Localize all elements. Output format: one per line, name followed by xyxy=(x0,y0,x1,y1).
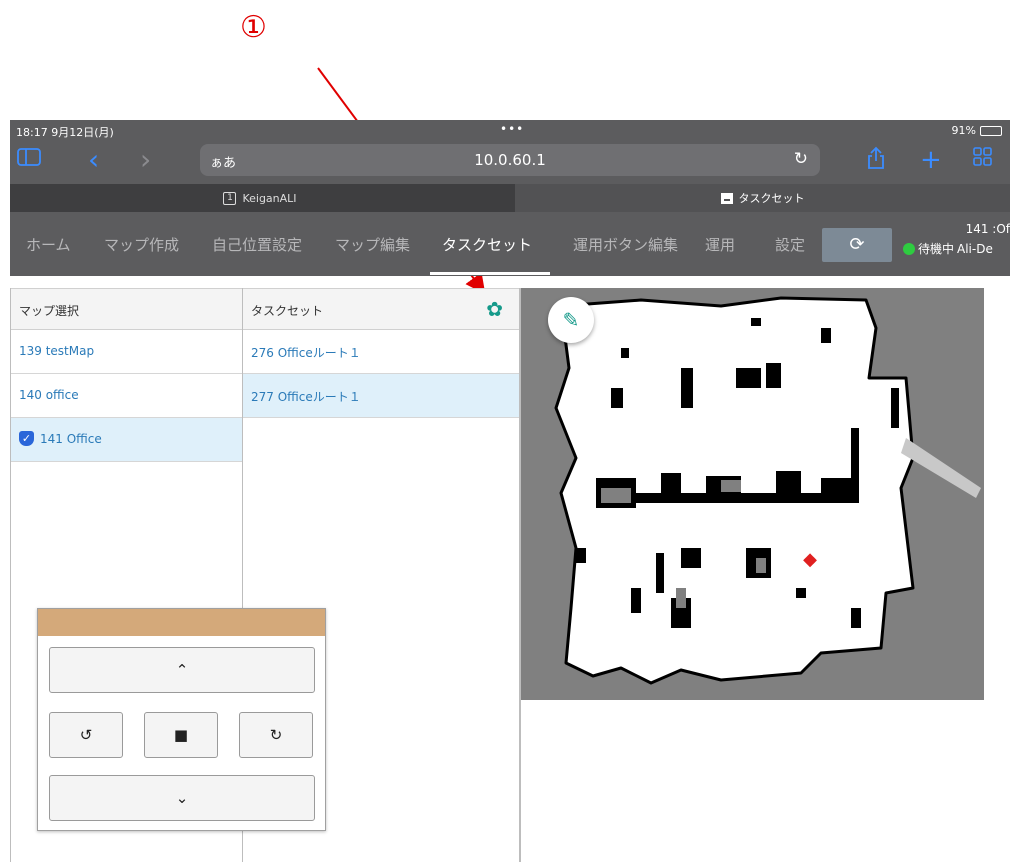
occupancy-map xyxy=(521,288,984,700)
map-list-item[interactable]: 139 testMap xyxy=(11,330,242,374)
tab-label: KeiganALI xyxy=(242,191,297,205)
device-name: Ali-De xyxy=(957,241,993,256)
browser-chrome: 18:17 9月12日(月) ••• 91% ‹ › ぁあ 10.0.60.1 … xyxy=(10,120,1010,276)
rotate-right-button[interactable]: ↻ xyxy=(239,712,313,758)
tabs-overview-icon[interactable] xyxy=(972,146,994,175)
edit-map-button[interactable]: ✎ xyxy=(548,297,594,343)
move-backward-button[interactable]: ⌄ xyxy=(49,775,315,821)
app-navigation: ホーム マップ作成 自己位置設定 マップ編集 タスクセット 運用ボタン編集 運用… xyxy=(10,212,1010,276)
status-text: 待機中 xyxy=(918,242,955,256)
pencil-icon: ✎ xyxy=(562,308,580,332)
taskset-header-label: タスクセット xyxy=(251,304,324,318)
battery-percent: 91% xyxy=(951,124,976,137)
robot-marker-icon: ◆ xyxy=(803,549,817,570)
status-dots: ••• xyxy=(500,122,525,136)
sync-icon: ⟳ xyxy=(849,234,865,255)
address-bar[interactable]: ぁあ 10.0.60.1 ↻ xyxy=(200,144,820,176)
browser-tab-keiganali[interactable]: 1 KeiganALI xyxy=(10,184,510,212)
selected-check-icon: ✓ xyxy=(19,431,34,446)
map-item-label: 140 office xyxy=(19,388,79,402)
nav-localization[interactable]: 自己位置設定 xyxy=(212,234,302,255)
tab-favicon-icon xyxy=(720,192,733,204)
rotate-left-button[interactable]: ↺ xyxy=(49,712,123,758)
move-forward-button[interactable]: ⌃ xyxy=(49,647,315,693)
map-list-item[interactable]: ✓ 141 Office xyxy=(11,418,242,462)
battery-indicator: 91% xyxy=(952,124,1002,137)
panel-divider xyxy=(520,288,521,862)
map-view[interactable] xyxy=(521,288,984,700)
nav-home[interactable]: ホーム xyxy=(26,234,71,255)
battery-icon xyxy=(980,125,1002,136)
taskset-list-item[interactable]: 277 Officeルート１ xyxy=(243,374,519,418)
back-icon[interactable]: ‹ xyxy=(88,146,99,174)
annotation-number: ① xyxy=(240,10,267,45)
reload-icon[interactable]: ↻ xyxy=(794,149,808,169)
manual-controller: ⌃ ↺ ■ ↻ ⌄ xyxy=(37,608,326,831)
status-time: 18:17 9月12日(月) xyxy=(16,126,114,139)
sidebar-icon[interactable] xyxy=(16,146,42,175)
nav-map-create[interactable]: マップ作成 xyxy=(104,234,179,255)
forward-icon[interactable]: › xyxy=(140,146,151,174)
new-tab-icon[interactable]: + xyxy=(920,146,942,174)
active-tab-indicator xyxy=(430,272,550,275)
map-list-item[interactable]: 140 office xyxy=(11,374,242,418)
nav-button-edit[interactable]: 運用ボタン編集 xyxy=(573,234,678,255)
tab-label: タスクセット xyxy=(738,192,805,205)
gear-icon[interactable]: ✿ xyxy=(486,298,503,320)
nav-taskset[interactable]: タスクセット xyxy=(442,234,532,255)
taskset-item-label: 276 Officeルート１ xyxy=(251,346,361,360)
tab-number-icon: 1 xyxy=(223,191,237,205)
url-text[interactable]: 10.0.60.1 xyxy=(200,151,820,169)
browser-toolbar: ‹ › ぁあ 10.0.60.1 ↻ + xyxy=(10,140,1010,182)
taskset-header: タスクセット ✿ xyxy=(243,288,519,330)
browser-tab-bar: 1 KeiganALI ✕ タスクセット xyxy=(10,184,1010,212)
stop-button[interactable]: ■ xyxy=(144,712,218,758)
controller-drag-handle[interactable] xyxy=(38,609,325,636)
status-bar: 18:17 9月12日(月) ••• 91% xyxy=(10,120,1010,140)
map-item-label: 139 testMap xyxy=(19,344,95,358)
map-item-label: 141 Office xyxy=(40,432,102,446)
sync-button[interactable]: ⟳ xyxy=(822,228,892,262)
nav-map-edit[interactable]: マップ編集 xyxy=(335,234,410,255)
map-select-header: マップ選択 xyxy=(11,288,242,330)
share-icon[interactable] xyxy=(866,146,886,177)
taskset-list-item[interactable]: 276 Officeルート１ xyxy=(243,330,519,374)
taskset-item-label: 277 Officeルート１ xyxy=(251,390,361,404)
nav-operation[interactable]: 運用 xyxy=(705,234,735,255)
browser-tab-taskset[interactable]: タスクセット xyxy=(515,184,1010,212)
nav-settings[interactable]: 設定 xyxy=(775,234,805,255)
status-dot-icon xyxy=(903,242,915,255)
current-map-label: 141 :Of xyxy=(965,222,1010,236)
status-line: 待機中 Ali-De xyxy=(903,240,993,257)
